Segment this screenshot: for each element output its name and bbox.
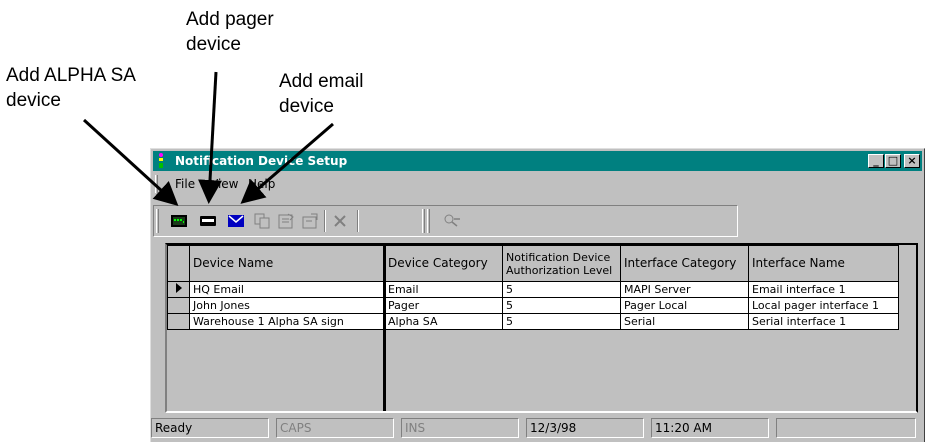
cell-interface-name[interactable]: Local pager interface 1 [748,297,899,314]
menu-bar: File View Help [153,173,922,195]
pager-icon [200,216,216,226]
table-row[interactable]: Warehouse 1 Alpha SA sign Alpha SA 5 Ser… [167,313,899,330]
close-button[interactable]: × [904,154,920,168]
cell-interface-name[interactable]: Serial interface 1 [748,313,899,330]
cell-authorization-level[interactable]: 5 [502,297,621,314]
envelope-icon [228,215,244,227]
cell-device-category[interactable]: Email [384,281,503,298]
toolbar-separator [324,210,326,232]
table-header-row: Device Name Device Category Notification… [167,245,899,282]
cell-interface-category[interactable]: Pager Local [620,297,749,314]
status-caps: CAPS [276,418,394,438]
copy-button[interactable] [252,212,272,230]
frozen-column-divider[interactable] [383,245,386,411]
status-empty-pane [776,418,916,438]
column-header-device-name[interactable]: Device Name [189,245,385,282]
add-pager-device-button[interactable] [198,212,218,230]
delete-button[interactable] [330,212,350,230]
corner-header-cell[interactable] [167,245,190,282]
cell-authorization-level[interactable]: 5 [502,313,621,330]
test-device-button[interactable] [442,212,462,230]
cell-device-name[interactable]: HQ Email [189,281,385,298]
menu-file[interactable]: File [175,177,195,191]
properties-button[interactable] [276,212,296,230]
add-alpha-sa-device-button[interactable] [169,212,189,230]
minimize-button[interactable]: _ [868,154,884,168]
cell-interface-name[interactable]: Email interface 1 [748,281,899,298]
table-row[interactable]: HQ Email Email 5 MAPI Server Email inter… [167,281,899,298]
cell-device-name[interactable]: Warehouse 1 Alpha SA sign [189,313,385,330]
column-header-interface-name[interactable]: Interface Name [748,245,899,282]
menubar-grip [155,175,158,193]
current-row-indicator-icon [175,283,182,293]
status-ready: Ready [151,418,269,438]
device-table: Device Name Device Category Notification… [167,245,899,330]
edit-properties-icon [302,213,318,229]
toolbar [153,205,738,237]
cell-device-category[interactable]: Pager [384,297,503,314]
edit-properties-button[interactable] [300,212,320,230]
cell-device-category[interactable]: Alpha SA [384,313,503,330]
copy-icon [254,213,270,229]
status-date: 12/3/98 [526,418,644,438]
status-time: 11:20 AM [651,418,769,438]
status-ins: INS [401,418,519,438]
column-header-authorization-level[interactable]: Notification Device Authorization Level [502,245,621,282]
table-row[interactable]: John Jones Pager 5 Pager Local Local pag… [167,297,899,314]
callout-add-pager-device: Add pager device [186,9,274,55]
properties-icon [278,213,294,229]
title-bar[interactable]: Notification Device Setup _ □ × [153,151,922,171]
app-icon [159,153,163,168]
column-header-interface-category[interactable]: Interface Category [620,245,749,282]
menu-view[interactable]: View [210,177,238,191]
notification-device-setup-window: Notification Device Setup _ □ × File Vie… [150,148,925,442]
callout-add-alpha-sa-device: Add ALPHA SA device [6,65,136,111]
toolbar-grip[interactable] [156,209,159,233]
toolbar-grip-3[interactable] [427,209,430,233]
toolbar-grip-2[interactable] [422,209,425,233]
cell-authorization-level[interactable]: 5 [502,281,621,298]
add-email-device-button[interactable] [226,212,246,230]
menu-help[interactable]: Help [248,177,275,191]
device-grid: Device Name Device Category Notification… [165,243,918,413]
toolbar-separator-2 [357,210,359,232]
cell-interface-category[interactable]: MAPI Server [620,281,749,298]
alpha-sign-icon [171,215,187,227]
column-header-device-category[interactable]: Device Category [384,245,503,282]
row-selector[interactable] [167,313,190,330]
status-bar: Ready CAPS INS 12/3/98 11:20 AM [151,415,925,441]
delete-icon [334,215,346,227]
cell-interface-category[interactable]: Serial [620,313,749,330]
maximize-button[interactable]: □ [885,154,901,168]
row-selector[interactable] [167,297,190,314]
test-device-icon [444,214,460,227]
row-selector[interactable] [167,281,190,298]
cell-device-name[interactable]: John Jones [189,297,385,314]
window-title: Notification Device Setup [175,154,348,168]
callout-add-email-device: Add email device [279,71,364,117]
